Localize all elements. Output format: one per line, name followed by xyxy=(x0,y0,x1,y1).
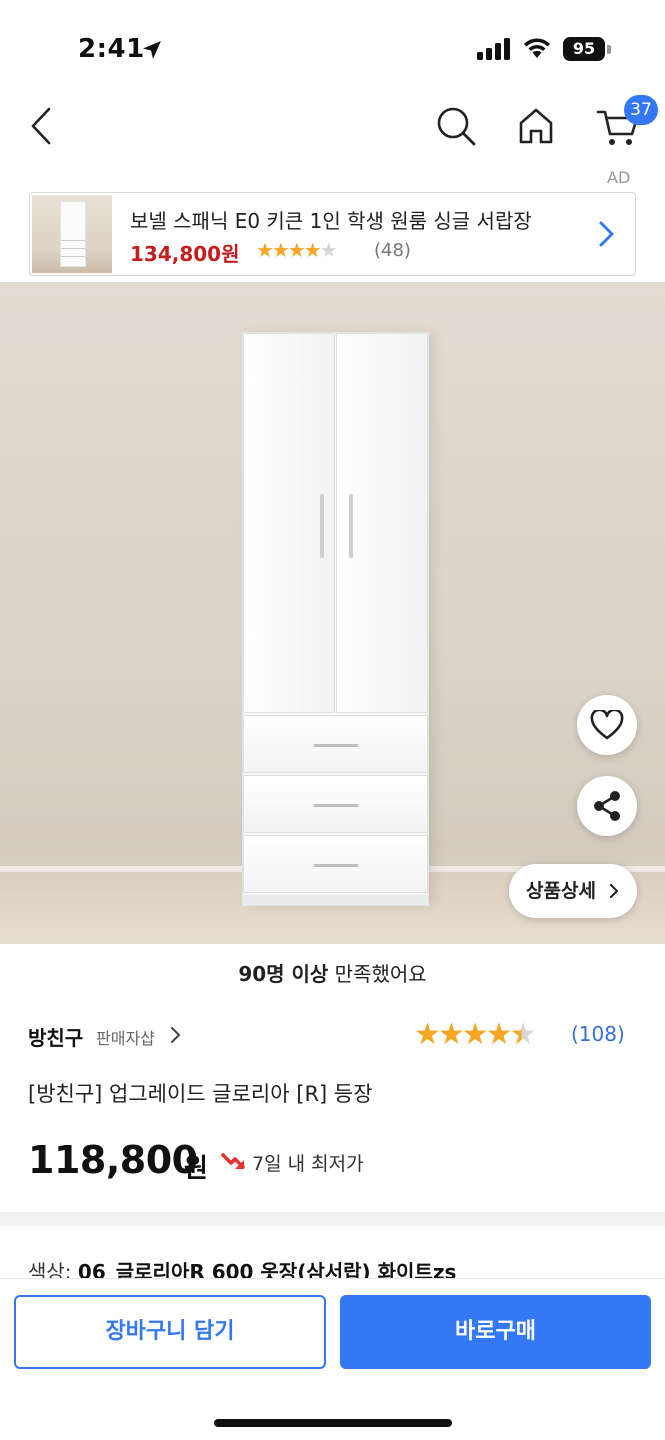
wardrobe-door-left xyxy=(243,333,335,713)
add-to-cart-button[interactable]: 장바구니 담기 xyxy=(14,1295,326,1369)
wardrobe-door-right xyxy=(336,333,428,713)
status-bar: 2:41 95 xyxy=(0,0,665,96)
rating-stars[interactable]: ★★★★★ xyxy=(414,1017,537,1052)
rating-star-half: ★ xyxy=(509,1017,537,1052)
wardrobe-plinth xyxy=(243,895,428,905)
wardrobe-drawer xyxy=(243,835,428,893)
satisfaction-rest: 만족했어요 xyxy=(328,962,427,986)
product-title: [방친구] 업그레이드 글로리아 [R] 등장 xyxy=(28,1082,373,1106)
search-icon xyxy=(437,107,476,146)
chevron-right-icon xyxy=(610,884,618,898)
battery-cap xyxy=(607,45,611,54)
product-detail-label: 상품상세 xyxy=(526,880,596,902)
product-image[interactable] xyxy=(0,282,665,944)
price-unit: 원 xyxy=(184,1154,208,1184)
ad-rating-stars: ★★★★★ xyxy=(256,238,338,262)
home-button[interactable] xyxy=(512,102,560,150)
door-handle xyxy=(349,494,353,558)
door-handle xyxy=(320,494,324,558)
ad-thumbnail-wardrobe xyxy=(60,201,86,267)
ad-banner[interactable]: 보넬 스패닉 E0 키큰 1인 학생 원룸 싱글 서랍장 134,800원 ★★… xyxy=(29,192,636,276)
ad-label: AD xyxy=(607,168,631,187)
buy-now-button[interactable]: 바로구매 xyxy=(340,1295,651,1369)
wifi-icon xyxy=(524,38,550,58)
share-button[interactable] xyxy=(577,776,637,836)
wardrobe-drawer xyxy=(243,715,428,773)
ad-stars-full: ★★★★ xyxy=(256,238,322,262)
drawer-pull xyxy=(314,864,358,867)
back-button[interactable] xyxy=(18,102,66,150)
product-detail-button[interactable]: 상품상세 xyxy=(509,864,637,918)
chevron-right-icon[interactable] xyxy=(169,1026,181,1044)
drawer-pull xyxy=(314,804,358,807)
search-button[interactable] xyxy=(432,102,480,150)
share-icon xyxy=(594,791,620,821)
ad-stars-empty: ★ xyxy=(319,238,338,262)
section-divider xyxy=(0,1212,665,1226)
rating-count[interactable]: (108) xyxy=(571,1022,625,1046)
wishlist-button[interactable] xyxy=(577,695,637,755)
heart-icon xyxy=(590,710,624,740)
ad-review-count: (48) xyxy=(374,240,411,261)
product-price: 118,800 xyxy=(28,1138,198,1182)
seller-shop-link[interactable]: 판매자샵 xyxy=(96,1025,155,1049)
seller-name[interactable]: 방친구 xyxy=(28,1022,83,1051)
ad-price: 134,800원 xyxy=(130,242,240,266)
ad-thumbnail xyxy=(32,195,112,273)
wardrobe-illustration xyxy=(242,332,429,906)
ad-title: 보넬 스패닉 E0 키큰 1인 학생 원룸 싱글 서랍장 xyxy=(130,209,532,233)
lowest-price-text: 7일 내 최저가 xyxy=(252,1153,364,1175)
cart-count-badge[interactable]: 37 xyxy=(624,95,658,125)
trend-down-icon xyxy=(221,1153,245,1169)
rating-stars-full: ★★★★ xyxy=(414,1017,513,1052)
battery-indicator: 95 xyxy=(563,37,611,61)
cellular-signal-icon xyxy=(477,38,510,60)
home-indicator[interactable] xyxy=(214,1419,452,1427)
home-icon xyxy=(519,108,553,144)
drawer-pull xyxy=(314,744,358,747)
wardrobe-drawer xyxy=(243,775,428,833)
satisfaction-count: 90명 이상 xyxy=(238,962,329,986)
satisfaction-text: 90명 이상 만족했어요 xyxy=(0,958,665,987)
battery-level: 95 xyxy=(563,37,605,61)
chevron-right-icon xyxy=(599,221,614,247)
top-nav xyxy=(0,96,665,176)
bottom-action-bar: 장바구니 담기 바로구매 xyxy=(0,1278,665,1440)
chevron-left-icon xyxy=(31,107,51,145)
status-time: 2:41 xyxy=(78,34,145,64)
location-arrow-icon xyxy=(143,41,161,59)
